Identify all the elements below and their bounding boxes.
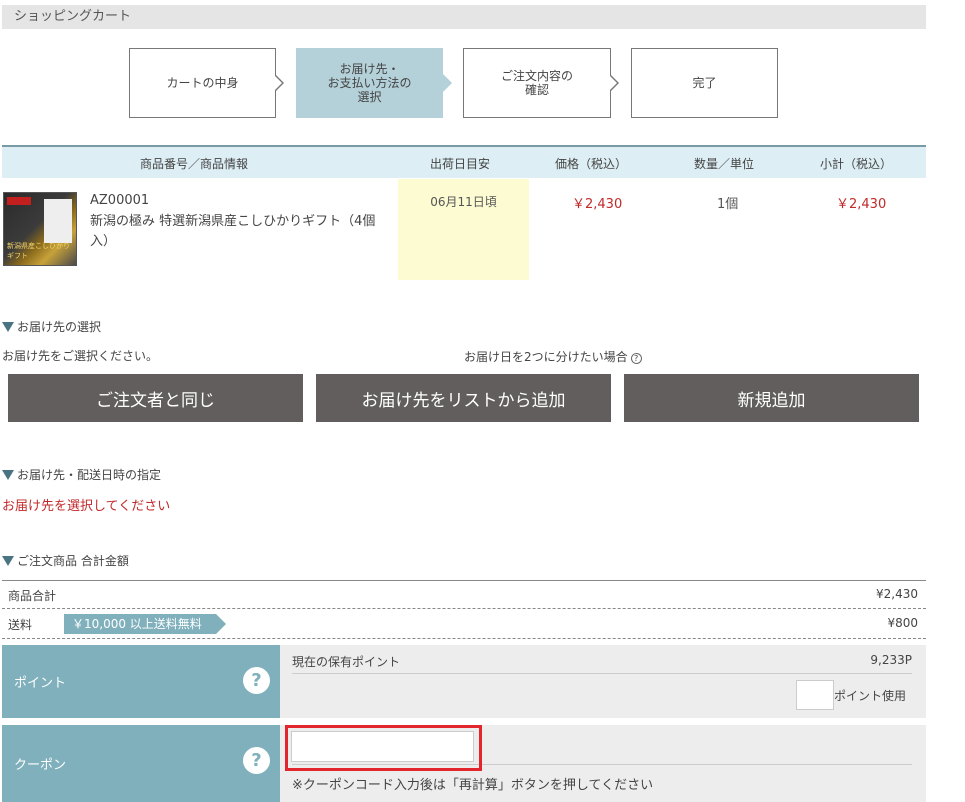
- subtotal-label: 商品合計: [8, 589, 57, 603]
- col-product: 商品番号／商品情報: [140, 157, 249, 171]
- step-arrow-icon: [443, 74, 452, 92]
- section-heading-delivery-date: お届け先・配送日時の指定: [2, 466, 161, 483]
- section-heading-totals: ご注文商品 合計金額: [2, 552, 129, 569]
- step-cart-contents: カートの中身: [129, 48, 276, 118]
- divider: [2, 608, 926, 609]
- product-image[interactable]: 新潟県産こしひかりギフト: [3, 192, 77, 266]
- help-icon[interactable]: ?: [243, 667, 270, 694]
- shipping-value: ¥800: [887, 616, 918, 630]
- step-delivery-payment: お届け先・ お支払い方法の 選択: [296, 48, 443, 118]
- product-price: ￥2,430: [572, 197, 623, 212]
- product-sku: AZ00001: [90, 193, 150, 208]
- page-title: ショッピングカート: [2, 5, 926, 29]
- col-qty: 数量／単位: [694, 157, 755, 171]
- divider: [2, 580, 926, 581]
- points-held-value: 9,233P: [870, 653, 912, 667]
- help-icon[interactable]: ?: [630, 353, 642, 364]
- points-panel-label: ポイント ?: [2, 645, 280, 718]
- step-confirm: ご注文内容の 確認: [463, 48, 611, 118]
- product-subtotal: ￥2,430: [836, 197, 887, 212]
- triangle-down-icon: [2, 470, 14, 480]
- section-heading-delivery: お届け先の選択: [2, 318, 101, 335]
- add-new-address-button[interactable]: 新規追加: [624, 374, 919, 422]
- help-icon[interactable]: ?: [243, 747, 270, 774]
- coupon-note: ※クーポンコード入力後は「再計算」ボタンを押してください: [292, 778, 654, 793]
- product-qty: 1個: [717, 197, 739, 212]
- triangle-down-icon: [2, 556, 14, 566]
- split-delivery-link[interactable]: お届け日を2つに分けたい場合?: [464, 348, 642, 365]
- table-row: 新潟県産こしひかりギフト AZ00001 新潟の極み 特選新潟県産こしひかりギフ…: [2, 179, 926, 280]
- add-from-list-button[interactable]: お届け先をリストから追加: [316, 374, 611, 422]
- points-use-label: ポイント使用: [834, 689, 907, 703]
- ship-date-cell: 06月11日頃: [398, 179, 529, 280]
- cart-table-header: 商品番号／商品情報 出荷日目安 価格（税込） 数量／単位 小計（税込）: [2, 145, 926, 178]
- step-complete: 完了: [631, 48, 778, 118]
- coupon-panel-label: クーポン ?: [2, 725, 280, 802]
- coupon-highlight-box: [285, 725, 482, 771]
- same-as-orderer-button[interactable]: ご注文者と同じ: [8, 374, 303, 422]
- checkout-steps: カートの中身 お届け先・ お支払い方法の 選択 ご注文内容の 確認 完了: [0, 48, 965, 118]
- free-shipping-badge: ￥10,000 以上送料無料: [64, 614, 226, 634]
- delivery-prompt: お届け先をご選択ください。: [2, 349, 159, 363]
- subtotal-value: ¥2,430: [876, 587, 918, 601]
- ship-date: 06月11日頃: [430, 195, 497, 209]
- triangle-down-icon: [2, 322, 14, 332]
- col-price: 価格（税込）: [555, 157, 628, 171]
- product-image-caption: 新潟県産こしひかりギフト: [7, 242, 70, 260]
- divider: [2, 638, 926, 639]
- points-held-label: 現在の保有ポイント: [292, 655, 401, 669]
- points-input[interactable]: [796, 680, 834, 710]
- col-subtotal: 小計（税込）: [820, 157, 893, 171]
- product-name[interactable]: 新潟の極み 特選新潟県産こしひかりギフト（4個入）: [90, 212, 390, 252]
- delivery-error-message: お届け先を選択してください: [2, 499, 171, 514]
- col-ship-date: 出荷日目安: [430, 157, 491, 171]
- shipping-label: 送料: [8, 618, 33, 632]
